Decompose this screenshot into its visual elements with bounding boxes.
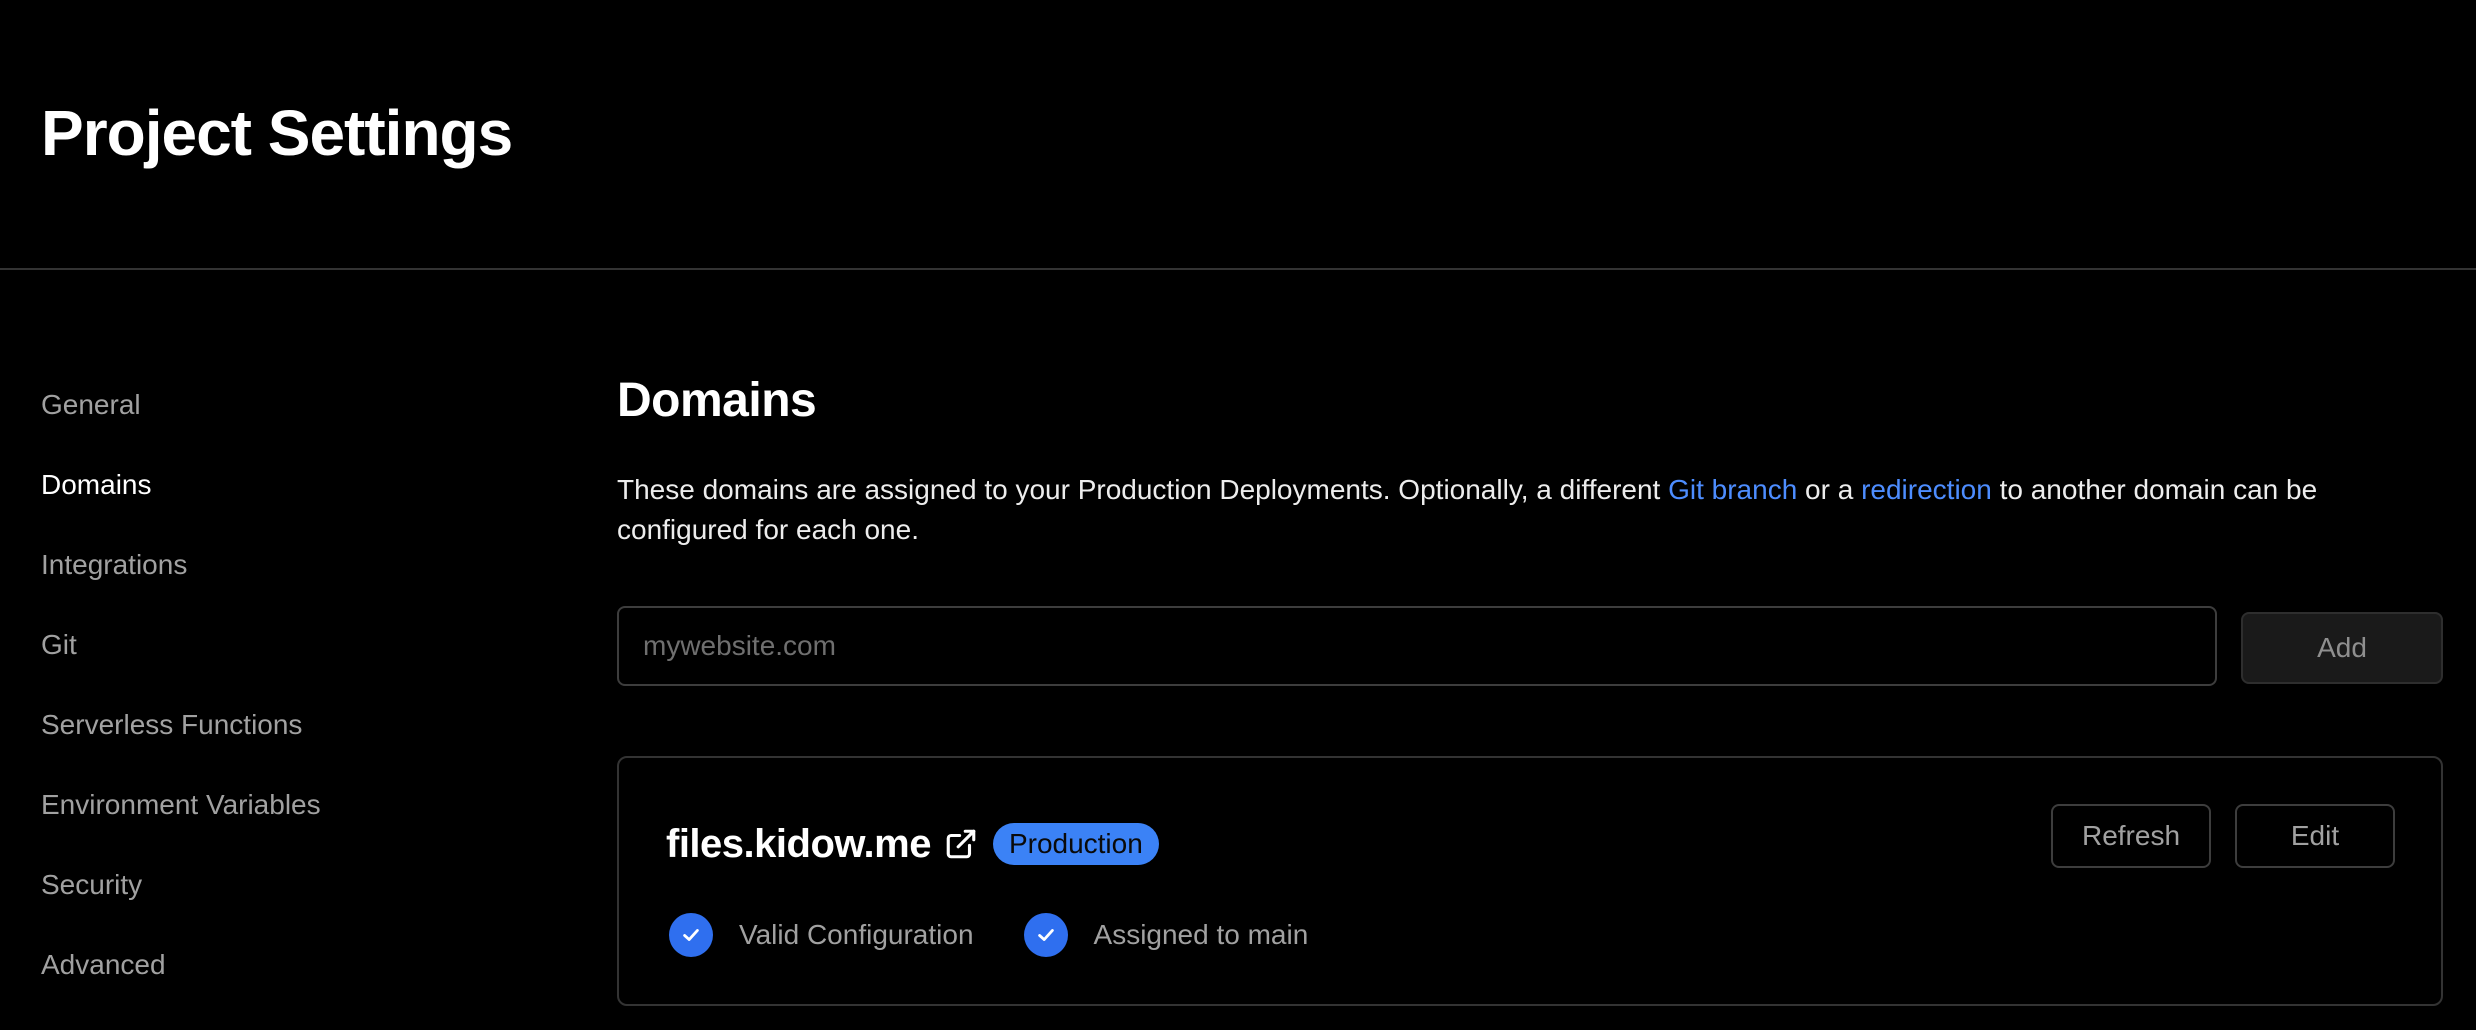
sidebar-item-integrations[interactable]: Integrations xyxy=(41,540,561,620)
sidebar-item-security[interactable]: Security xyxy=(41,860,561,940)
add-domain-row: Add xyxy=(617,606,2443,686)
external-link-icon[interactable] xyxy=(943,826,979,862)
sidebar-item-general[interactable]: General xyxy=(41,380,561,460)
status-assigned-branch: Assigned to main xyxy=(1023,913,1309,957)
status-label: Assigned to main xyxy=(1093,919,1309,950)
refresh-button[interactable]: Refresh xyxy=(2051,804,2211,868)
check-icon xyxy=(669,913,713,957)
check-icon xyxy=(1023,913,1068,957)
status-valid-configuration: Valid Configuration xyxy=(669,913,974,957)
sidebar-item-domains[interactable]: Domains xyxy=(41,460,561,540)
git-branch-link[interactable]: Git branch xyxy=(1668,474,1797,505)
add-domain-button[interactable]: Add xyxy=(2241,612,2443,684)
domains-section: Domains These domains are assigned to yo… xyxy=(617,370,2443,1006)
sidebar-item-serverless-functions[interactable]: Serverless Functions xyxy=(41,700,561,780)
domain-name-link[interactable]: files.kidow.me xyxy=(666,822,931,867)
production-badge: Production xyxy=(992,823,1159,865)
sidebar-item-advanced[interactable]: Advanced xyxy=(41,940,561,1020)
page-title: Project Settings xyxy=(41,97,513,169)
redirection-link[interactable]: redirection xyxy=(1861,474,1992,505)
status-row: Valid Configuration Assigned to main xyxy=(669,912,1358,958)
domain-card: files.kidow.me Production Refresh Edit V… xyxy=(617,756,2443,1006)
sidebar-item-environment-variables[interactable]: Environment Variables xyxy=(41,780,561,860)
sidebar-item-git[interactable]: Git xyxy=(41,620,561,700)
settings-sidebar: General Domains Integrations Git Serverl… xyxy=(41,380,561,1020)
edit-button[interactable]: Edit xyxy=(2235,804,2395,868)
section-title: Domains xyxy=(617,374,817,427)
description-text: These domains are assigned to your Produ… xyxy=(617,474,1669,505)
description-text: or a xyxy=(1797,474,1862,505)
domain-name-row: files.kidow.me Production xyxy=(666,814,1159,874)
page-header: Project Settings xyxy=(0,0,2476,270)
section-description: These domains are assigned to your Produ… xyxy=(617,470,2443,550)
status-label: Valid Configuration xyxy=(739,919,974,950)
domain-input[interactable] xyxy=(617,606,2217,686)
card-actions: Refresh Edit xyxy=(2027,804,2395,868)
